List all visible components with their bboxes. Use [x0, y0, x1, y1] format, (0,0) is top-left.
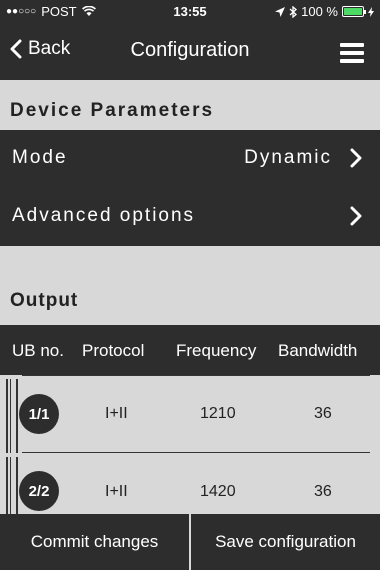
page-title: Configuration — [130, 39, 250, 61]
commit-changes-button[interactable]: Commit changes — [0, 514, 189, 570]
status-bar: ●●○○○ POST 13:55 100 % — [0, 0, 380, 22]
chevron-right-icon — [350, 148, 362, 168]
row-divider — [22, 375, 370, 376]
mode-label: Mode — [12, 147, 68, 168]
location-arrow-icon — [275, 6, 286, 17]
bandwidth-cell: 36 — [314, 405, 332, 422]
column-header-ub: UB no. — [12, 341, 64, 360]
mode-value: Dynamic — [244, 147, 332, 168]
output-column-headers: UB no. Protocol Frequency Bandwidth — [0, 325, 380, 375]
column-header-bandwidth: Bandwidth — [278, 341, 358, 360]
row-handle — [6, 457, 18, 514]
battery-percent: 100 % — [301, 4, 338, 19]
lightning-icon — [368, 6, 374, 17]
advanced-options-label: Advanced options — [12, 205, 196, 226]
column-header-frequency: Frequency — [176, 341, 257, 360]
protocol-cell: I+II — [105, 405, 128, 422]
table-row[interactable]: 2/2 I+II 1420 36 — [0, 453, 380, 514]
ub-badge: 2/2 — [19, 471, 59, 511]
advanced-options-row[interactable]: Advanced options — [0, 186, 380, 246]
mode-row[interactable]: Mode Dynamic — [0, 130, 380, 186]
table-row[interactable]: 1/1 I+II 1210 36 — [0, 375, 380, 453]
save-configuration-button[interactable]: Save configuration — [191, 514, 380, 570]
navigation-bar: Back Configuration — [0, 22, 380, 80]
chevron-right-icon — [350, 206, 362, 226]
battery-fill — [344, 8, 362, 15]
ub-badge: 1/1 — [19, 394, 59, 434]
bandwidth-cell: 36 — [314, 483, 332, 500]
bottom-action-bar: Commit changes Save configuration — [0, 514, 380, 570]
configuration-screen: ●●○○○ POST 13:55 100 % Back Configuratio… — [0, 0, 380, 570]
status-right: 100 % — [275, 4, 374, 19]
output-header: Output — [0, 276, 380, 325]
frequency-cell: 1420 — [200, 483, 236, 500]
section-spacer — [0, 246, 380, 276]
row-handle — [6, 379, 18, 453]
column-header-protocol: Protocol — [82, 341, 145, 360]
hamburger-menu-icon[interactable] — [340, 43, 364, 67]
bluetooth-icon — [289, 5, 298, 18]
battery-icon — [342, 6, 366, 17]
protocol-cell: I+II — [105, 483, 128, 500]
frequency-cell: 1210 — [200, 405, 236, 422]
device-parameters-header: Device Parameters — [0, 80, 380, 130]
